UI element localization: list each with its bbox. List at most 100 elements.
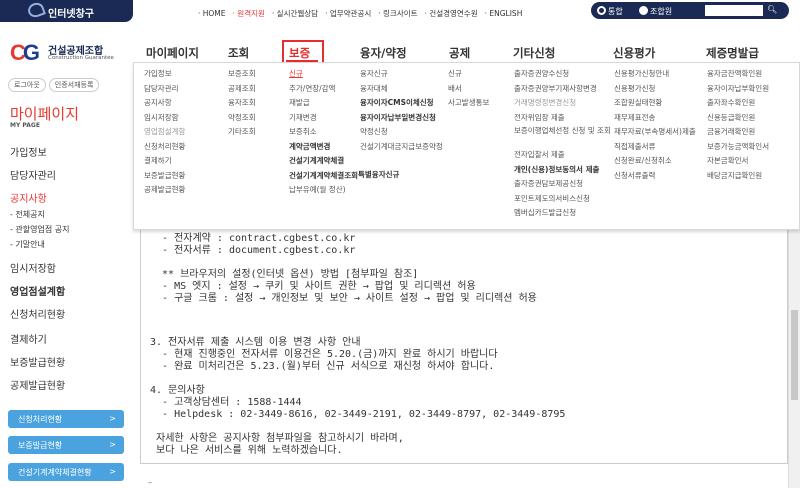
mega-menu-item[interactable]: 거래명령정변경신청 xyxy=(514,97,611,112)
mega-menu-item[interactable]: 출자증권양부기재사항변경 xyxy=(514,83,611,98)
mega-menu-item[interactable]: 신청서류출력 xyxy=(614,170,696,185)
mega-menu-item[interactable]: 융자신규 xyxy=(360,68,443,83)
mega-menu-item[interactable]: 신용등급확인원 xyxy=(707,112,769,127)
mega-menu-item[interactable]: 보증취소 xyxy=(289,126,358,141)
sidebar-subitem-period-guide[interactable]: - 기말안내 xyxy=(10,239,45,250)
mega-menu-item[interactable]: 직접제출서류 xyxy=(614,141,696,156)
mega-menu-item[interactable]: 영업점설계함 xyxy=(144,126,185,141)
mega-menu-item[interactable]: 납부유예(월 정산) xyxy=(289,184,358,199)
search-input[interactable] xyxy=(705,5,763,16)
nav-mypage[interactable]: 마이페이지 xyxy=(146,45,199,61)
scrollbar-thumb[interactable] xyxy=(791,310,798,400)
mega-menu-item[interactable]: 융자금잔액확인원 xyxy=(707,68,769,83)
sidebar-item-branch-design[interactable]: 영업점설계함 xyxy=(10,283,65,298)
nav-guarantee[interactable]: 보증 xyxy=(289,45,310,61)
quick-request-status-button[interactable]: 신청처리현황 > xyxy=(8,410,124,428)
mega-menu-item[interactable]: 보증발급현황 xyxy=(144,170,185,185)
mega-menu-item[interactable]: 가입정보 xyxy=(144,68,185,83)
cert-reregister-button[interactable]: 인증서재등록 xyxy=(48,78,100,92)
nav-inquiry[interactable]: 조회 xyxy=(228,45,249,61)
sidebar-item-payment[interactable]: 결제하기 xyxy=(10,331,47,346)
mega-menu-item[interactable]: 약정신청 xyxy=(360,126,443,141)
mega-menu-item[interactable]: 신규 xyxy=(289,68,358,83)
mega-menu-item[interactable]: 출자증권담보제공신청 xyxy=(514,178,611,193)
mega-menu-item[interactable]: 공제조회 xyxy=(228,83,256,98)
logout-button[interactable]: 로그아웃 xyxy=(8,78,46,92)
mega-menu-item[interactable]: 조합원실태현황 xyxy=(614,97,696,112)
util-link-sites[interactable]: · 링크사이트 xyxy=(378,9,417,18)
mega-menu-item[interactable]: 배당금지급확인원 xyxy=(707,170,769,185)
notice-line: - 구글 크롬 : 설정 → 개인정보 및 보안 → 사이트 설정 → 팝업 및… xyxy=(150,293,537,304)
quick-guarantee-issued-button[interactable]: 보증발급현황 > xyxy=(8,436,124,454)
mega-menu-item[interactable]: 개인(신용)정보동의서 제출 xyxy=(514,164,611,179)
mega-menu-item[interactable]: 신청처리현황 xyxy=(144,141,185,156)
mega-menu-item[interactable]: 기타조회 xyxy=(228,126,256,141)
mega-menu-item[interactable]: 신청완료/신청취소 xyxy=(614,155,696,170)
quick-machine-contract-button[interactable]: 건설기계계약체결현황 > xyxy=(8,463,124,481)
mega-menu-item[interactable]: 융자이자CMS이체신청 xyxy=(360,97,443,112)
mega-menu-item[interactable]: 재발급 xyxy=(289,97,358,112)
mega-menu-item[interactable]: 융자이자납부일변경신청 xyxy=(360,112,443,127)
mega-menu-item[interactable]: 임시저장함 xyxy=(144,112,185,127)
mega-menu-item[interactable]: 보증가능금액확인서 xyxy=(707,141,769,156)
mega-column-5: 출자증권양수신청 출자증권양부기재사항변경 거래명령정변경신청 전자위임장 제출 보증이… xyxy=(514,68,611,222)
util-link-web-chat[interactable]: · 실시간웹상담 xyxy=(272,9,318,18)
mega-menu-item[interactable]: 공제발급현황 xyxy=(144,184,185,199)
mega-menu-item[interactable]: 융자이자납부확인원 xyxy=(707,83,769,98)
scrollbar[interactable] xyxy=(788,230,800,488)
nav-credit-rating[interactable]: 신용평가 xyxy=(613,45,655,61)
mega-menu-item[interactable]: 금융거래확인원 xyxy=(707,126,769,141)
mega-menu-item[interactable]: 특별융자신규 xyxy=(358,169,399,184)
mega-menu-item[interactable]: 추가/연장/감액 xyxy=(289,83,358,98)
mega-menu-item[interactable]: 재무제표전송 xyxy=(614,112,696,127)
mega-menu-item[interactable]: 전자위임장 제출 xyxy=(514,112,611,127)
mega-menu-item[interactable]: 재무자료(부속명세서)제출 xyxy=(614,126,696,141)
search-option-member[interactable]: 조합원 xyxy=(639,6,672,17)
sidebar-subitem-all-notice[interactable]: - 전체공지 xyxy=(10,209,45,220)
mega-menu-item[interactable]: 융자대체 xyxy=(360,83,443,98)
sidebar-subitem-branch-notice[interactable]: - 관할영업점 공지 xyxy=(10,224,70,235)
sidebar-item-notice[interactable]: 공지사항 xyxy=(10,190,47,205)
mega-menu-item[interactable]: 담당자관리 xyxy=(144,83,185,98)
mega-menu-item[interactable]: 융자조회 xyxy=(228,97,256,112)
search-option-integrated[interactable]: 통합 xyxy=(597,6,623,17)
mega-menu-item[interactable]: 공지사항 xyxy=(144,97,185,112)
mega-menu-item[interactable]: 신용평가신청안내 xyxy=(614,68,696,83)
search-icon[interactable]: 🔍︎ xyxy=(767,5,777,14)
mega-menu-item[interactable]: 포인트제도의서비스신청 xyxy=(514,193,611,208)
sidebar-item-manager[interactable]: 담당자관리 xyxy=(10,167,56,182)
util-link-terms[interactable]: · 업무약관공시 xyxy=(325,9,371,18)
sidebar-item-mutual-issued[interactable]: 공제발급현황 xyxy=(10,377,65,392)
mega-menu-item[interactable]: 계약금액변경 xyxy=(289,141,358,156)
mega-menu-item[interactable]: 기재변경 xyxy=(289,112,358,127)
mega-menu-item[interactable]: 건설기계계약체결조회 xyxy=(289,170,358,185)
nav-loan[interactable]: 융자/약정 xyxy=(360,45,407,61)
mega-menu-item[interactable]: 전자입찰서 제출 xyxy=(514,149,611,164)
nav-certificates[interactable]: 제증명발급 xyxy=(706,45,759,61)
util-link-home[interactable]: · HOME xyxy=(198,9,226,18)
mega-menu-item[interactable]: 출자증권양수신청 xyxy=(514,68,611,83)
sidebar-item-guarantee-issued[interactable]: 보증발급현황 xyxy=(10,354,65,369)
util-link-remote-support[interactable]: · 원격지원 xyxy=(233,9,265,18)
mega-menu-item[interactable]: 보증이행업체선정 신청 및 조회 xyxy=(514,126,611,149)
mega-menu-item[interactable]: 건설기계대금지급보증약정 xyxy=(360,141,443,156)
mega-menu-item[interactable]: 출자좌수확인원 xyxy=(707,97,769,112)
mega-menu-item[interactable]: 보증조회 xyxy=(228,68,256,83)
nav-mutual-aid[interactable]: 공제 xyxy=(449,45,470,61)
util-link-academy[interactable]: · 건설경영연수원 xyxy=(425,9,478,18)
sidebar-item-drafts[interactable]: 임시저장함 xyxy=(10,260,56,275)
mega-menu-item[interactable]: 신용평가신청 xyxy=(614,83,696,98)
mega-menu-item[interactable]: 자본금확인서 xyxy=(707,155,769,170)
mega-menu-item[interactable]: 건설기계계약체결 xyxy=(289,155,358,170)
mega-menu-item[interactable]: 사고발생통보 xyxy=(448,97,489,112)
mega-menu-item[interactable]: 결제하기 xyxy=(144,155,185,170)
sidebar-item-request-status[interactable]: 신청처리현황 xyxy=(10,306,65,321)
mega-menu-item[interactable]: 멤버십카드발급신청 xyxy=(514,207,611,222)
internet-window-tab[interactable]: 인터넷창구 xyxy=(0,0,133,22)
nav-other-apply[interactable]: 기타신청 xyxy=(513,45,555,61)
mega-menu-item[interactable]: 약정조회 xyxy=(228,112,256,127)
mega-menu-item[interactable]: 신규 xyxy=(448,68,489,83)
mega-menu-item[interactable]: 배서 xyxy=(448,83,489,98)
sidebar-item-join-info[interactable]: 가입정보 xyxy=(10,144,47,159)
util-link-english[interactable]: · ENGLISH xyxy=(485,9,523,18)
